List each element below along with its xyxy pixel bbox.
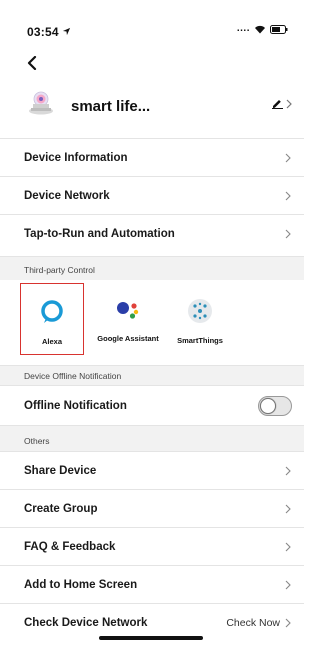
section-header-third-party: Third-party Control: [0, 256, 304, 280]
section-label: Device Offline Notification: [24, 371, 122, 381]
menu-item-add-to-home-screen[interactable]: Add to Home Screen: [0, 565, 304, 603]
menu-item-share-device[interactable]: Share Device: [0, 451, 304, 489]
google-assistant-icon: [117, 302, 139, 319]
third-party-label: Google Assistant: [97, 334, 159, 343]
chevron-right-icon: [285, 466, 291, 475]
menu-item-label: Add to Home Screen: [24, 578, 138, 591]
signal-icon: ....: [236, 23, 250, 34]
offline-notification-toggle[interactable]: [258, 395, 292, 416]
menu-item-tap-to-run[interactable]: Tap-to-Run and Automation: [0, 214, 304, 252]
section-label: Others: [24, 436, 50, 446]
chevron-right-icon: [286, 99, 292, 108]
section-header-offline: Device Offline Notification: [0, 365, 304, 385]
menu-item-device-information[interactable]: Device Information: [0, 138, 304, 176]
check-now-value: Check Now: [226, 616, 280, 629]
chevron-right-icon: [285, 229, 291, 238]
chevron-right-icon: [285, 580, 291, 589]
third-party-label: SmartThings: [177, 336, 223, 345]
status-bar: 03:54 ....: [0, 0, 304, 44]
back-button[interactable]: [22, 53, 42, 73]
edit-device-name-button[interactable]: [271, 98, 292, 109]
wifi-icon: [255, 25, 265, 33]
third-party-control-list: Alexa Google Assistant SmartThings: [0, 280, 304, 366]
device-header: smart life...: [0, 85, 304, 135]
menu-item-faq-feedback[interactable]: FAQ & Feedback: [0, 527, 304, 565]
third-party-google-assistant[interactable]: Google Assistant: [96, 283, 160, 355]
menu-item-label: Check Device Network: [24, 616, 148, 629]
menu-item-label: Device Information: [24, 151, 128, 164]
chevron-right-icon: [285, 618, 291, 627]
menu-item-label: Device Network: [24, 189, 110, 202]
toggle-knob: [260, 397, 276, 414]
chevron-right-icon: [285, 504, 291, 513]
chevron-right-icon: [285, 191, 291, 200]
menu-item-label: FAQ & Feedback: [24, 540, 116, 553]
status-indicators: ....: [237, 24, 288, 34]
third-party-label: Alexa: [41, 337, 62, 346]
status-time-text: 03:54: [27, 25, 59, 39]
menu-item-create-group[interactable]: Create Group: [0, 489, 304, 527]
location-arrow-icon: [62, 27, 70, 36]
battery-icon: [270, 24, 288, 34]
third-party-smartthings[interactable]: SmartThings: [168, 283, 232, 355]
chevron-right-icon: [285, 153, 291, 162]
alexa-icon: [41, 300, 63, 323]
status-time: 03:54: [27, 25, 71, 39]
menu-item-device-network[interactable]: Device Network: [0, 176, 304, 214]
chevron-right-icon: [285, 542, 291, 551]
device-avatar-icon: [29, 91, 53, 115]
section-label: Third-party Control: [24, 265, 95, 275]
menu-item-label: Create Group: [24, 502, 98, 515]
chevron-left-icon: [27, 56, 37, 70]
edit-icon: [272, 100, 283, 109]
nav-bar: [0, 49, 304, 77]
offline-notification-label: Offline Notification: [24, 399, 127, 412]
menu-item-label: Share Device: [24, 464, 97, 477]
home-indicator[interactable]: [99, 636, 203, 640]
offline-notification-row: Offline Notification: [0, 385, 304, 425]
menu-item-label: Tap-to-Run and Automation: [24, 227, 175, 240]
section-header-others: Others: [0, 425, 304, 451]
device-name: smart life...: [71, 98, 151, 115]
smartthings-icon: [188, 299, 212, 323]
third-party-alexa[interactable]: Alexa: [20, 283, 84, 355]
